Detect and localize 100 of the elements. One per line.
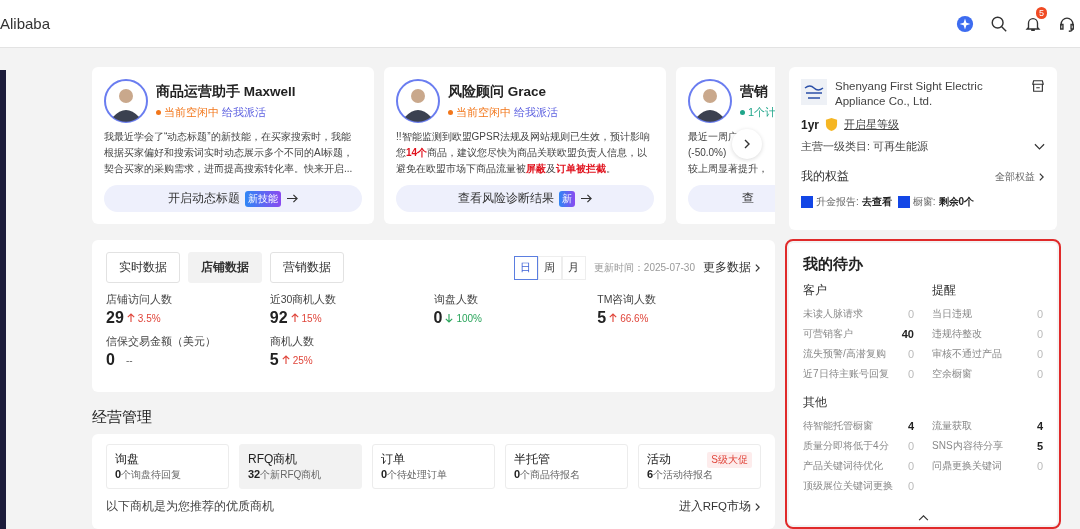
metric-value: 92	[269, 309, 288, 327]
metric-change: 25%	[292, 354, 313, 366]
todo-item[interactable]: 近7日待主账号回复 0	[803, 364, 914, 384]
tile-text: 0个商品待报名	[514, 468, 582, 482]
arrow-up-icon	[609, 313, 618, 323]
agent-action-button[interactable]: 查	[688, 185, 775, 212]
update-time: 更新时间：2025-07-30	[593, 260, 695, 275]
benefit-value[interactable]: 去查看	[861, 195, 892, 209]
data-tab[interactable]: 店铺数据	[188, 252, 262, 283]
avatar-icon	[396, 79, 440, 123]
todo-item[interactable]: 可营销客户 40	[803, 324, 914, 344]
management-tile[interactable]: 订单 0个待处理订单	[372, 444, 495, 489]
period-toggle[interactable]: 周	[537, 255, 562, 280]
metric-label: 近30商机人数	[269, 293, 338, 307]
arrow-right-icon	[285, 193, 299, 204]
benefit-label: 橱窗:	[912, 195, 936, 209]
todo-item[interactable]: 审核不通过产品 0	[932, 344, 1043, 364]
todo-item[interactable]: 顶级展位关键词更换 0	[803, 476, 914, 496]
agent-name: 风险顾问 Grace	[448, 82, 548, 101]
group-title: 提醒	[932, 282, 957, 299]
todo-item[interactable]: 问鼎更换关键词 0	[932, 456, 1043, 476]
star-level-link[interactable]: 开启星等级	[844, 117, 900, 132]
arrow-up-icon	[290, 313, 299, 323]
todo-item[interactable]: 产品关键词待优化 0	[803, 456, 914, 476]
all-benefits-link[interactable]: 全部权益	[995, 169, 1045, 184]
management-tile[interactable]: 半托管 0个商品待报名	[505, 444, 628, 489]
tile-text: 0个询盘待回复	[115, 468, 183, 482]
todo-item[interactable]: 违规待整改 0	[932, 324, 1043, 344]
benefit-label: 升金报告:	[816, 195, 859, 209]
metric-change: 3.5%	[137, 312, 161, 324]
todo-item[interactable]: SNS内容待分享 5	[932, 436, 1043, 456]
metric-value: 5	[597, 309, 607, 327]
agent-status: 1个计	[748, 104, 775, 120]
agent-status: 当前空闲中	[164, 104, 219, 120]
tile-title: 订单	[381, 451, 405, 468]
metric-change: 15%	[301, 312, 322, 324]
todo-item[interactable]: 流失预警/高潜复购 0	[803, 344, 914, 364]
metric-change: 100%	[456, 312, 482, 324]
square-icon	[897, 196, 910, 208]
arrow-up-icon	[281, 355, 290, 365]
metric-value: 29	[106, 309, 124, 327]
group-title: 客户	[803, 282, 828, 299]
period-toggle[interactable]: 月	[561, 255, 586, 280]
metric-change: --	[125, 354, 133, 366]
metric-label: 店铺访问人数	[106, 293, 173, 307]
period-toggle[interactable]: 日	[513, 255, 538, 280]
agent-action-button[interactable]: 查看风险诊断结果 新	[396, 185, 654, 212]
description-line: 最近一周广	[688, 130, 738, 144]
notification-badge: 5	[1036, 6, 1047, 19]
search-icon[interactable]	[990, 14, 1008, 33]
agent-action-button[interactable]: 开启动态标题 新技能	[104, 185, 362, 212]
avatar-icon	[104, 79, 148, 123]
membership-years: 1yr	[801, 117, 820, 132]
company-name: Shenyang First Sight Electric Appliance Co., Ltd.	[835, 79, 984, 109]
main-category: 主营一级类目: 可再生能源	[801, 140, 928, 154]
chevron-up-icon[interactable]	[917, 514, 929, 521]
management-tile[interactable]: RFQ商机 32个新RFQ商机	[239, 444, 362, 489]
group-title: 其他	[803, 394, 828, 411]
data-tab[interactable]: 实时数据	[106, 252, 180, 283]
management-tile[interactable]: 询盘 0个询盘待回复	[106, 444, 229, 489]
tile-text: 6个活动待报名	[647, 468, 715, 482]
tile-title: 询盘	[115, 451, 139, 468]
arrow-up-icon	[126, 313, 135, 323]
management-tile[interactable]: 活动 S级大促 6个活动待报名	[638, 444, 761, 489]
description-line: 根据买家偏好和搜索词实时动态展示多个不同的AI标题，	[104, 146, 354, 160]
metric-change: 66.6%	[620, 312, 649, 324]
metric-label: 商机人数	[269, 335, 315, 349]
todo-item[interactable]: 质量分即将低于4分 0	[803, 436, 914, 456]
chevron-down-icon[interactable]	[1034, 143, 1045, 151]
benefit-value[interactable]: 剩余0个	[938, 195, 975, 209]
description-line: (-50.0%)	[688, 146, 727, 160]
company-logo	[801, 79, 827, 105]
todo-item[interactable]: 空余橱窗 0	[932, 364, 1043, 384]
store-icon[interactable]	[1031, 79, 1045, 93]
agent-name: 营销	[740, 82, 769, 101]
more-data-link[interactable]: 更多数据	[703, 260, 761, 275]
tile-title: RFQ商机	[248, 451, 298, 468]
description-line: 您14个商品，建议您尽快为商品关联欧盟负责人信息，以	[396, 146, 648, 160]
assign-link[interactable]: 给我派活	[514, 104, 558, 120]
description-line: 契合买家的采购需求，进而提高搜索转化率。快来开启...	[104, 162, 353, 176]
todo-item[interactable]: 待智能托管橱窗 4	[803, 416, 914, 436]
chevron-right-icon	[754, 262, 761, 273]
todo-item[interactable]: 当日违规 0	[932, 304, 1043, 324]
todo-item[interactable]: 流量获取 4	[932, 416, 1043, 436]
agent-status: 当前空闲中	[456, 104, 511, 120]
tile-text: 32个新RFQ商机	[248, 468, 323, 482]
section-title: 经营管理	[92, 408, 153, 427]
todo-item[interactable]: 未读人脉请求 0	[803, 304, 914, 324]
rfq-market-link[interactable]: 进入RFQ市场	[678, 499, 761, 514]
data-tab[interactable]: 营销数据	[270, 252, 344, 283]
metric-label: 询盘人数	[433, 293, 479, 307]
description-line: 较上周显著提升，	[688, 162, 768, 176]
brand-name[interactable]: Alibaba	[0, 15, 51, 32]
tile-text: 0个待处理订单	[381, 468, 449, 482]
arrow-down-icon	[445, 313, 454, 323]
metric-value: 5	[269, 351, 279, 369]
new-badge: 新技能	[244, 190, 281, 207]
promo-tag: S级大促	[707, 451, 752, 468]
description-line: 避免在欧盟市场下商品流量被屏蔽及订单被拦截。	[396, 162, 616, 176]
assign-link[interactable]: 给我派活	[222, 104, 266, 120]
